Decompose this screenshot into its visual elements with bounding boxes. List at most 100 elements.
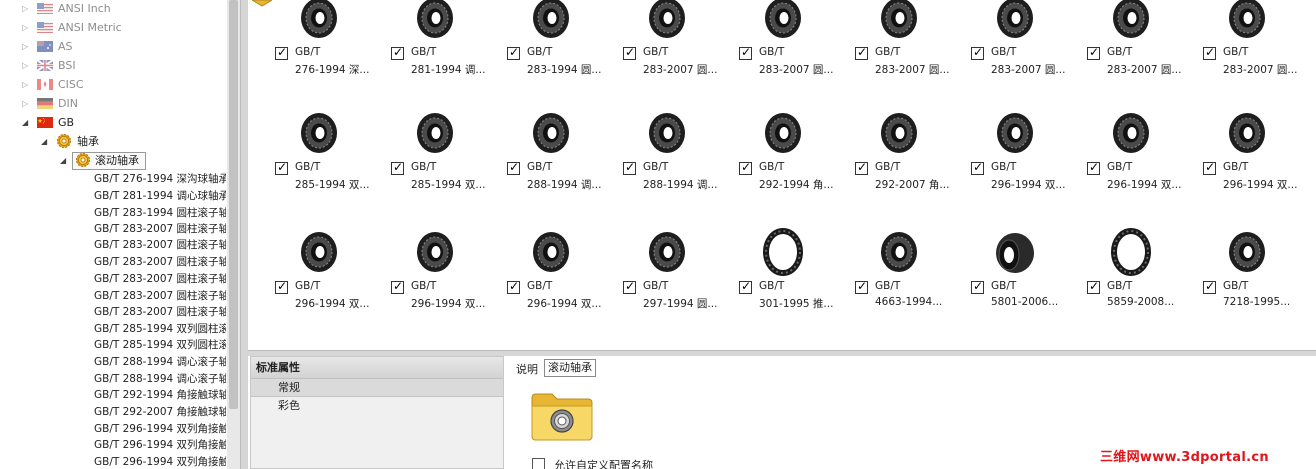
watermark: 三维网www.3dportal.cn [1100,450,1269,465]
tree-node-label: DIN [58,97,78,110]
expand-icon[interactable]: ▷ [22,76,28,93]
component-checkbox[interactable] [1203,160,1216,175]
component-item[interactable]: GB/T 296-1994 双... [391,228,501,338]
tree-leaf[interactable]: GB/T 283-2007 圆柱滚子轴承 [94,304,226,321]
component-item[interactable]: GB/T 288-1994 调... [507,109,617,219]
component-checkbox[interactable] [971,45,984,60]
component-checkbox[interactable] [971,160,984,175]
tree-leaf[interactable]: GB/T 296-1994 双列角接触球轴承 [94,421,226,438]
component-checkbox[interactable] [507,45,520,60]
component-item[interactable]: GB/T 283-2007 圆... [623,0,733,104]
component-item[interactable]: GB/T 288-1994 调... [623,109,733,219]
tree-leaf[interactable]: GB/T 285-1994 双列圆柱滚子轴承 [94,321,226,338]
component-item[interactable]: GB/T 7218-1995... [1203,228,1313,338]
component-item[interactable]: GB/T 285-1994 双... [275,109,385,219]
tree-leaf[interactable]: GB/T 292-2007 角接触球轴承 [94,404,226,421]
component-item[interactable]: GB/T 283-2007 圆... [1087,0,1197,104]
component-item[interactable]: GB/T 301-1995 推... [739,228,849,338]
component-checkbox[interactable] [275,279,288,294]
component-checkbox[interactable] [507,279,520,294]
tree-leaf[interactable]: GB/T 283-1994 圆柱滚子轴承 [94,205,226,222]
component-checkbox[interactable] [1087,279,1100,294]
component-item[interactable]: GB/T 296-1994 双... [275,228,385,338]
tree-node-rolling-bearings[interactable]: ◢ 滚动轴承 [0,152,226,170]
component-item[interactable]: GB/T 285-1994 双... [391,109,501,219]
scrollbar-thumb[interactable] [229,0,238,409]
component-item[interactable]: GB/T 296-1994 双... [1203,109,1313,219]
pane-splitter[interactable] [240,0,248,469]
tree-leaf[interactable]: GB/T 283-2007 圆柱滚子轴承 [94,221,226,238]
tree-leaf[interactable]: GB/T 296-1994 双列角接触球轴承 [94,437,226,454]
component-item[interactable]: GB/T 283-2007 圆... [855,0,965,104]
component-checkbox[interactable] [391,160,404,175]
component-item[interactable]: GB/T 283-2007 圆... [1203,0,1313,104]
component-item[interactable]: GB/T 276-1994 深... [275,0,385,104]
component-checkbox[interactable] [855,279,868,294]
prop-row-color[interactable]: 彩色 [251,397,503,415]
tree-leaf[interactable]: GB/T 276-1994 深沟球轴承 [94,171,226,188]
tree-node-as[interactable]: ▷ AS [0,38,226,55]
tree-node-bsi[interactable]: ▷ BSI [0,57,226,74]
component-checkbox[interactable] [739,45,752,60]
component-checkbox[interactable] [1087,45,1100,60]
tree-leaf[interactable]: GB/T 283-2007 圆柱滚子轴承 [94,254,226,271]
component-item[interactable]: GB/T 292-2007 角... [855,109,965,219]
tree-node-cisc[interactable]: ▷ CISC [0,76,226,93]
component-item[interactable]: GB/T 296-1994 双... [507,228,617,338]
tree-scrollbar[interactable] [227,0,240,469]
component-checkbox[interactable] [275,160,288,175]
description-field[interactable]: 滚动轴承 [544,359,596,377]
prop-row-general[interactable]: 常规 [251,379,503,397]
component-checkbox[interactable] [855,160,868,175]
allow-custom-config-checkbox[interactable] [532,458,545,469]
tree-node-din[interactable]: ▷ DIN [0,95,226,112]
component-item[interactable]: GB/T 296-1994 双... [1087,109,1197,219]
collapse-icon[interactable]: ◢ [60,152,66,169]
component-item[interactable]: GB/T 283-2007 圆... [739,0,849,104]
standards-tree[interactable]: ▷ ANSI Inch ▷ ANSI Metric ▷ AS ▷ BSI ▷ C… [0,0,227,469]
component-item[interactable]: GB/T 292-1994 角... [739,109,849,219]
tree-leaf[interactable]: GB/T 285-1994 双列圆柱滚子轴承 [94,337,226,354]
component-checkbox[interactable] [623,160,636,175]
expand-icon[interactable]: ▷ [22,38,28,55]
component-item[interactable]: GB/T 5801-2006... [971,228,1081,338]
tree-leaf[interactable]: GB/T 288-1994 调心滚子轴承 [94,354,226,371]
tree-leaf[interactable]: GB/T 296-1994 双列角接触球轴承 [94,454,226,469]
expand-icon[interactable]: ▷ [22,19,28,36]
tree-leaf[interactable]: GB/T 292-1994 角接触球轴承 [94,387,226,404]
collapse-icon[interactable]: ◢ [22,114,28,131]
tree-node-ansi-metric[interactable]: ▷ ANSI Metric [0,19,226,36]
expand-icon[interactable]: ▷ [22,57,28,74]
tree-node-bearings[interactable]: ◢ 轴承 [0,133,226,150]
component-checkbox[interactable] [391,45,404,60]
component-checkbox[interactable] [971,279,984,294]
component-checkbox[interactable] [623,279,636,294]
component-checkbox[interactable] [1087,160,1100,175]
component-checkbox[interactable] [1203,279,1216,294]
component-checkbox[interactable] [1203,45,1216,60]
tree-node-ansi-inch[interactable]: ▷ ANSI Inch [0,0,226,17]
expand-icon[interactable]: ▷ [22,95,28,112]
component-item[interactable]: GB/T 281-1994 调... [391,0,501,104]
tree-leaf[interactable]: GB/T 281-1994 调心球轴承 [94,188,226,205]
component-checkbox[interactable] [275,45,288,60]
tree-leaf[interactable]: GB/T 283-2007 圆柱滚子轴承 [94,271,226,288]
component-checkbox[interactable] [391,279,404,294]
component-item[interactable]: GB/T 297-1994 圆... [623,228,733,338]
component-item[interactable]: GB/T 4663-1994... [855,228,965,338]
component-checkbox[interactable] [855,45,868,60]
collapse-icon[interactable]: ◢ [41,133,47,150]
component-checkbox[interactable] [739,160,752,175]
component-checkbox[interactable] [623,45,636,60]
tree-leaf[interactable]: GB/T 283-2007 圆柱滚子轴承 [94,237,226,254]
component-item[interactable]: GB/T 283-1994 圆... [507,0,617,104]
component-item[interactable]: GB/T 296-1994 双... [971,109,1081,219]
component-checkbox[interactable] [507,160,520,175]
tree-leaf[interactable]: GB/T 283-2007 圆柱滚子轴承 [94,288,226,305]
component-item[interactable]: GB/T 283-2007 圆... [971,0,1081,104]
component-checkbox[interactable] [739,279,752,294]
tree-node-gb[interactable]: ◢ GB [0,114,226,131]
component-item[interactable]: GB/T 5859-2008... [1087,228,1197,338]
expand-icon[interactable]: ▷ [22,0,28,17]
tree-leaf[interactable]: GB/T 288-1994 调心滚子轴承 [94,371,226,388]
